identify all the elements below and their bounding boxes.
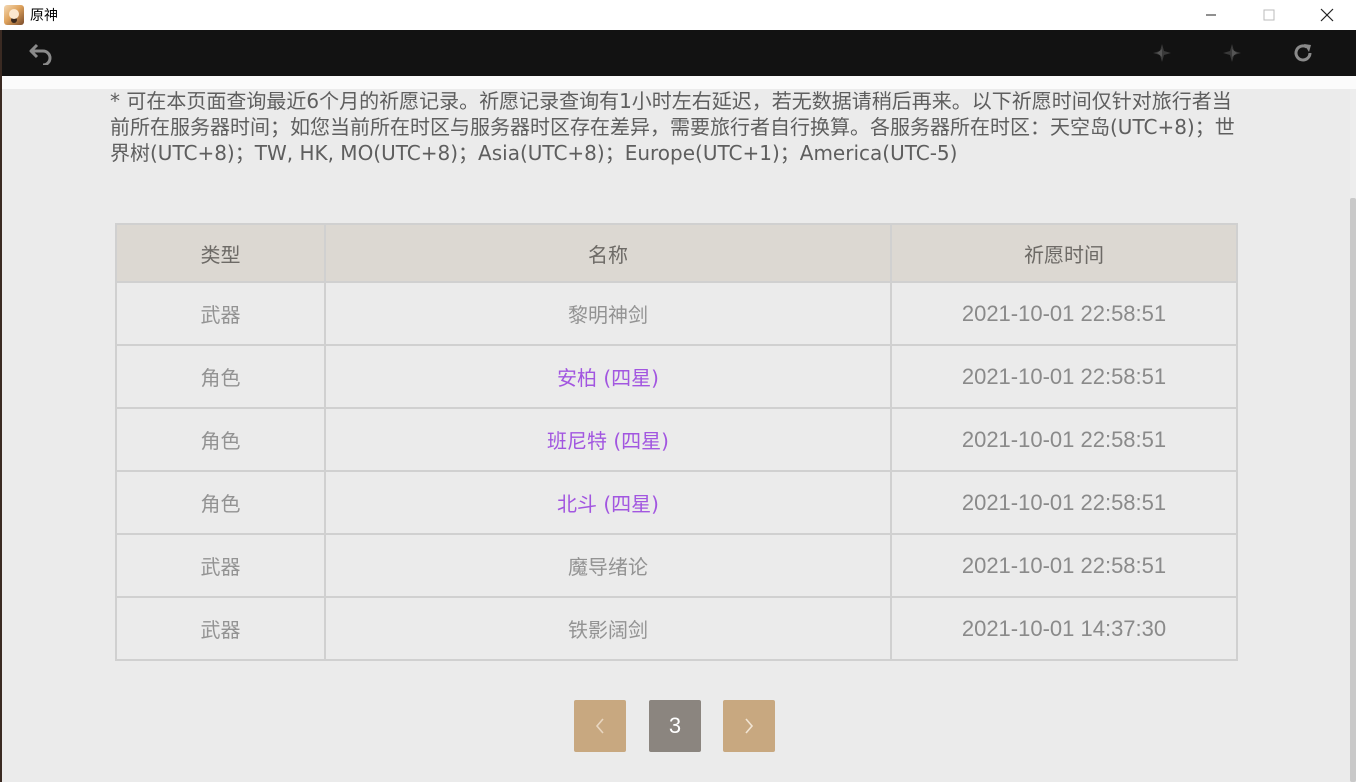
row-type: 角色	[115, 470, 326, 535]
chevron-left-icon	[595, 718, 604, 734]
row-item-name: 安柏 (四星)	[324, 344, 892, 409]
chevron-right-icon	[745, 718, 754, 734]
maximize-icon	[1263, 9, 1275, 21]
app-icon	[4, 5, 24, 25]
browser-toolbar	[2, 30, 1356, 76]
current-page-button[interactable]: 3	[649, 700, 701, 752]
back-button[interactable]	[26, 38, 56, 68]
row-type: 角色	[115, 344, 326, 409]
table-row: 角色 北斗 (四星) 2021-10-01 22:58:51	[115, 470, 1238, 535]
row-type: 角色	[115, 407, 326, 472]
prev-page-button[interactable]	[574, 700, 626, 752]
row-time: 2021-10-01 22:58:51	[890, 533, 1238, 598]
close-icon	[1320, 8, 1334, 22]
table-row: 角色 安柏 (四星) 2021-10-01 22:58:51	[115, 344, 1238, 409]
previous-button[interactable]	[1147, 38, 1177, 68]
diamond-right-icon	[1223, 44, 1241, 62]
row-item-name: 铁影阔剑	[324, 596, 892, 661]
table-row: 武器 铁影阔剑 2021-10-01 14:37:30	[115, 596, 1238, 661]
row-item-name: 班尼特 (四星)	[324, 407, 892, 472]
window-controls	[1182, 0, 1356, 30]
reload-icon	[1294, 44, 1312, 62]
back-arrow-icon	[29, 43, 52, 65]
maximize-button[interactable]	[1240, 0, 1298, 30]
table-row: 武器 黎明神剑 2021-10-01 22:58:51	[115, 281, 1238, 346]
minimize-icon	[1206, 14, 1216, 16]
next-button[interactable]	[1217, 38, 1247, 68]
row-item-name: 黎明神剑	[324, 281, 892, 346]
table-row: 武器 魔导绪论 2021-10-01 22:58:51	[115, 533, 1238, 598]
table-row: 角色 班尼特 (四星) 2021-10-01 22:58:51	[115, 407, 1238, 472]
row-type: 武器	[115, 281, 326, 346]
reload-button[interactable]	[1288, 38, 1318, 68]
row-time: 2021-10-01 22:58:51	[890, 344, 1238, 409]
close-button[interactable]	[1298, 0, 1356, 30]
table-header-row: 类型 名称 祈愿时间	[115, 223, 1238, 283]
row-type: 武器	[115, 596, 326, 661]
window-left-edge	[0, 30, 2, 782]
header-type: 类型	[115, 223, 326, 283]
wish-history-table: 类型 名称 祈愿时间 武器 黎明神剑 2021-10-01 22:58:51 角…	[115, 223, 1238, 661]
window-title-bar: 原神	[0, 0, 1356, 30]
header-name: 名称	[324, 223, 892, 283]
next-page-button[interactable]	[723, 700, 775, 752]
row-time: 2021-10-01 22:58:51	[890, 470, 1238, 535]
row-time: 2021-10-01 22:58:51	[890, 407, 1238, 472]
row-item-name: 北斗 (四星)	[324, 470, 892, 535]
row-time: 2021-10-01 22:58:51	[890, 281, 1238, 346]
row-time: 2021-10-01 14:37:30	[890, 596, 1238, 661]
minimize-button[interactable]	[1182, 0, 1240, 30]
window-title: 原神	[30, 8, 58, 24]
notice-text: * 可在本页面查询最近6个月的祈愿记录。祈愿记录查询有1小时左右延迟，若无数据请…	[110, 89, 1235, 165]
scrollbar-thumb[interactable]	[1350, 198, 1356, 782]
header-time: 祈愿时间	[890, 223, 1238, 283]
row-item-name: 魔导绪论	[324, 533, 892, 598]
diamond-left-icon	[1153, 44, 1171, 62]
row-type: 武器	[115, 533, 326, 598]
